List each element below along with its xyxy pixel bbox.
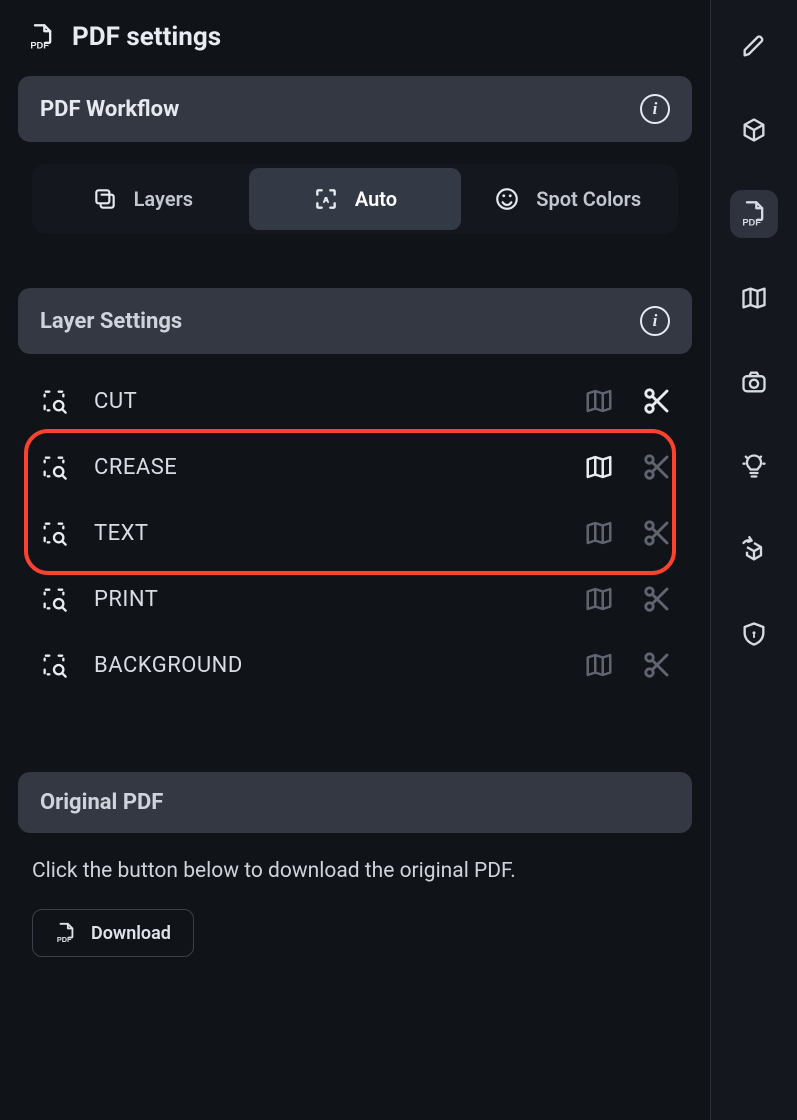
scissors-icon xyxy=(642,584,672,614)
sidenav-shield[interactable] xyxy=(730,610,778,658)
settings-panel: PDF settings PDF Workflow i Layers Auto … xyxy=(0,0,710,1120)
cut-toggle[interactable] xyxy=(642,386,672,416)
layer-row-print: PRINT xyxy=(40,574,686,624)
select-zoom-icon[interactable] xyxy=(40,453,68,481)
cut-toggle[interactable] xyxy=(642,452,672,482)
map-icon xyxy=(584,452,614,482)
map-icon xyxy=(584,584,614,614)
download-button[interactable]: Download xyxy=(32,909,194,957)
scissors-icon xyxy=(642,518,672,548)
layer-settings-info-button[interactable]: i xyxy=(640,306,670,336)
tab-spot-colors[interactable]: Spot Colors xyxy=(461,168,674,230)
select-zoom-icon[interactable] xyxy=(40,585,68,613)
layer-settings-header: Layer Settings i xyxy=(18,288,692,354)
map-toggle[interactable] xyxy=(584,518,614,548)
pdf-icon xyxy=(28,23,56,51)
layer-list: CUT CREASE TEXT PRIN xyxy=(18,376,692,690)
layer-name: PRINT xyxy=(94,587,558,612)
side-nav xyxy=(710,0,797,1120)
original-pdf-header: Original PDF xyxy=(18,772,692,833)
workflow-info-button[interactable]: i xyxy=(640,94,670,124)
page-title-row: PDF settings xyxy=(18,22,692,52)
select-zoom-icon[interactable] xyxy=(40,387,68,415)
workflow-title: PDF Workflow xyxy=(40,97,179,122)
pencil-icon xyxy=(740,32,768,60)
map-toggle[interactable] xyxy=(584,584,614,614)
cut-toggle[interactable] xyxy=(642,584,672,614)
map-toggle[interactable] xyxy=(584,650,614,680)
scissors-icon xyxy=(642,650,672,680)
page-title: PDF settings xyxy=(72,22,221,52)
scissors-icon xyxy=(642,386,672,416)
bulb-icon xyxy=(740,452,768,480)
original-pdf-hint: Click the button below to download the o… xyxy=(18,855,692,909)
sidenav-bulb[interactable] xyxy=(730,442,778,490)
focus-icon xyxy=(313,186,339,212)
map-icon xyxy=(584,386,614,416)
layer-name: CREASE xyxy=(94,455,558,480)
select-zoom-icon[interactable] xyxy=(40,519,68,547)
box-icon xyxy=(740,116,768,144)
cut-toggle[interactable] xyxy=(642,650,672,680)
layer-row-crease: CREASE xyxy=(40,442,686,492)
sidenav-pdf[interactable] xyxy=(730,190,778,238)
map-icon xyxy=(740,284,768,312)
rotate-icon xyxy=(740,536,768,564)
cut-toggle[interactable] xyxy=(642,518,672,548)
workflow-header: PDF Workflow i xyxy=(18,76,692,142)
tab-auto[interactable]: Auto xyxy=(249,168,462,230)
sidenav-map[interactable] xyxy=(730,274,778,322)
layer-row-background: BACKGROUND xyxy=(40,640,686,690)
camera-icon xyxy=(740,368,768,396)
layer-name: TEXT xyxy=(94,521,558,546)
sidenav-edit[interactable] xyxy=(730,22,778,70)
layer-row-cut: CUT xyxy=(40,376,686,426)
shield-icon xyxy=(740,620,768,648)
layers-icon xyxy=(92,186,118,212)
map-icon xyxy=(584,650,614,680)
layer-name: BACKGROUND xyxy=(94,653,558,678)
tab-layers[interactable]: Layers xyxy=(36,168,249,230)
sidenav-camera[interactable] xyxy=(730,358,778,406)
sidenav-box[interactable] xyxy=(730,106,778,154)
map-toggle[interactable] xyxy=(584,386,614,416)
map-toggle[interactable] xyxy=(584,452,614,482)
pdf-icon xyxy=(740,200,768,228)
workflow-tabs: Layers Auto Spot Colors xyxy=(32,164,678,234)
tab-auto-label: Auto xyxy=(355,187,397,211)
download-label: Download xyxy=(91,923,171,944)
original-pdf-title: Original PDF xyxy=(40,790,163,815)
pdf-icon xyxy=(55,922,77,944)
palette-icon xyxy=(494,186,520,212)
select-zoom-icon[interactable] xyxy=(40,651,68,679)
map-icon xyxy=(584,518,614,548)
tab-layers-label: Layers xyxy=(134,187,193,211)
scissors-icon xyxy=(642,452,672,482)
layer-row-text: TEXT xyxy=(40,508,686,558)
layer-settings-title: Layer Settings xyxy=(40,309,182,334)
tab-spot-colors-label: Spot Colors xyxy=(536,187,641,211)
sidenav-rotate[interactable] xyxy=(730,526,778,574)
layer-name: CUT xyxy=(94,389,558,414)
